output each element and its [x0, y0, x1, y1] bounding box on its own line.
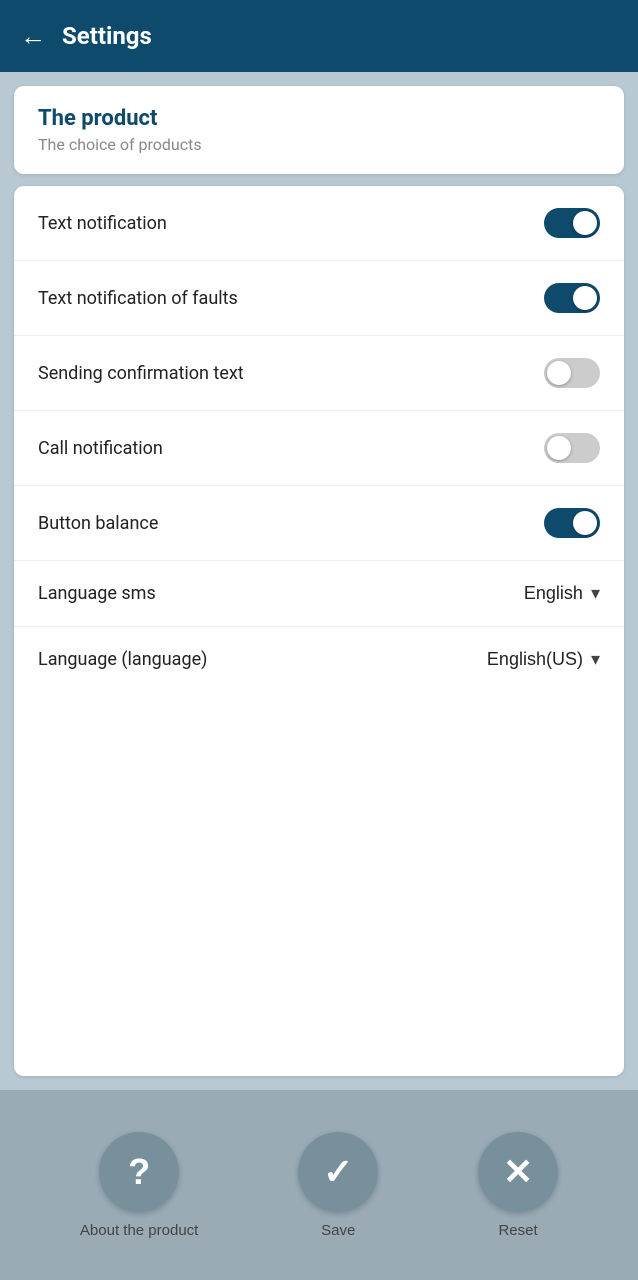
- setting-row-language-language: Language (language) English(US) ▾: [14, 627, 624, 692]
- toggle-thumb-call: [547, 436, 571, 460]
- setting-row-button-balance: Button balance: [14, 486, 624, 561]
- save-icon-circle: ✓: [298, 1132, 378, 1212]
- question-icon: ?: [128, 1151, 150, 1193]
- setting-label-language-sms: Language sms: [38, 583, 156, 604]
- reset-button[interactable]: ✕ Reset: [478, 1132, 558, 1239]
- setting-label-language-language: Language (language): [38, 649, 207, 670]
- about-icon-circle: ?: [99, 1132, 179, 1212]
- setting-label-call-notification: Call notification: [38, 438, 163, 459]
- setting-row-text-notification-faults: Text notification of faults: [14, 261, 624, 336]
- toggle-thumb-text-notification: [573, 211, 597, 235]
- setting-label-text-notification-faults: Text notification of faults: [38, 288, 238, 309]
- bottom-bar: ? About the product ✓ Save ✕ Reset: [0, 1090, 638, 1280]
- back-button[interactable]: ←: [20, 23, 46, 49]
- close-icon: ✕: [503, 1151, 533, 1193]
- main-area: The product The choice of products Text …: [0, 72, 638, 1090]
- dropdown-language-language[interactable]: English(US) ▾: [487, 649, 600, 670]
- toggle-text-notification[interactable]: [544, 208, 600, 238]
- settings-card: Text notification Text notification of f…: [14, 186, 624, 1076]
- product-name: The product: [38, 106, 600, 131]
- toggle-button-balance[interactable]: [544, 508, 600, 538]
- toggle-text-notification-faults[interactable]: [544, 283, 600, 313]
- setting-label-button-balance: Button balance: [38, 513, 158, 534]
- header-title: Settings: [62, 22, 152, 50]
- reset-icon-circle: ✕: [478, 1132, 558, 1212]
- chevron-down-icon-sms: ▾: [591, 583, 600, 604]
- toggle-thumb-faults: [573, 286, 597, 310]
- save-label: Save: [321, 1222, 355, 1239]
- about-button[interactable]: ? About the product: [80, 1132, 198, 1239]
- dropdown-language-sms-value: English: [524, 583, 583, 604]
- header: ← Settings: [0, 0, 638, 72]
- toggle-thumb-sending: [547, 361, 571, 385]
- reset-label: Reset: [498, 1222, 537, 1239]
- toggle-sending-confirmation[interactable]: [544, 358, 600, 388]
- setting-label-text-notification: Text notification: [38, 213, 167, 234]
- setting-row-text-notification: Text notification: [14, 186, 624, 261]
- dropdown-language-sms[interactable]: English ▾: [524, 583, 600, 604]
- dropdown-language-language-value: English(US): [487, 649, 583, 670]
- setting-row-language-sms: Language sms English ▾: [14, 561, 624, 627]
- product-card: The product The choice of products: [14, 86, 624, 174]
- product-subtitle: The choice of products: [38, 135, 600, 154]
- setting-label-sending-confirmation: Sending confirmation text: [38, 363, 244, 384]
- setting-row-call-notification: Call notification: [14, 411, 624, 486]
- save-button[interactable]: ✓ Save: [298, 1132, 378, 1239]
- toggle-call-notification[interactable]: [544, 433, 600, 463]
- about-label: About the product: [80, 1222, 198, 1239]
- checkmark-icon: ✓: [323, 1151, 353, 1193]
- setting-row-sending-confirmation: Sending confirmation text: [14, 336, 624, 411]
- toggle-thumb-balance: [573, 511, 597, 535]
- chevron-down-icon-language: ▾: [591, 649, 600, 670]
